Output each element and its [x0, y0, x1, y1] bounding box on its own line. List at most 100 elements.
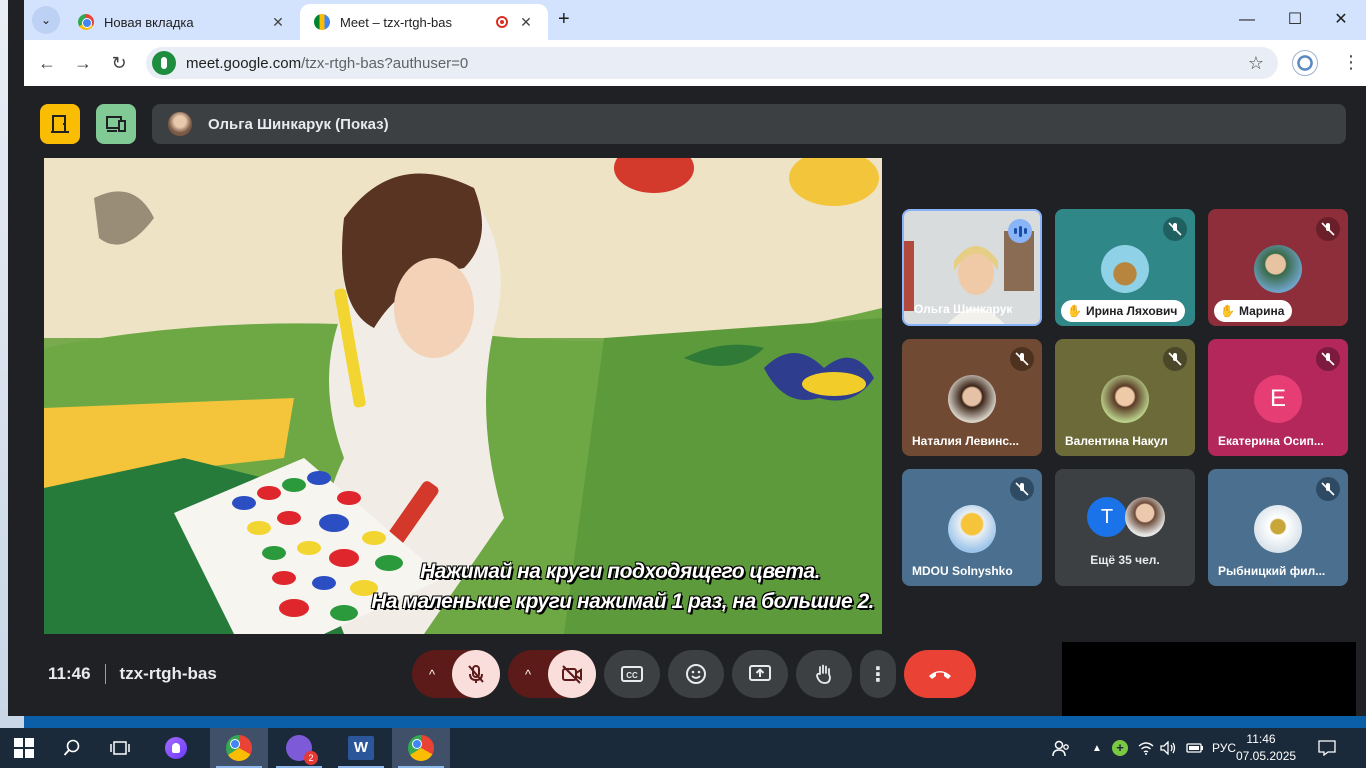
tab-search-button[interactable]: ⌄	[32, 6, 60, 34]
tab-new-tab[interactable]: Новая вкладка ✕	[64, 4, 300, 40]
end-call-button[interactable]	[904, 650, 976, 698]
new-tab-button[interactable]: +	[558, 8, 570, 31]
participant-tile[interactable]: Е Екатерина Осип...	[1208, 339, 1348, 456]
presenter-name: Ольга Шинкарук (Показ)	[208, 115, 389, 133]
close-window-button[interactable]: ✕	[1318, 6, 1364, 34]
mic-control-group: ^	[412, 650, 500, 698]
assistant-app[interactable]	[152, 728, 200, 768]
subtitle-line: Нажимай на круги подходящего цвета.	[420, 560, 820, 583]
taskbar: 2 W ▲ + РУС 11:46 07.05.2025	[0, 728, 1366, 768]
address-bar[interactable]: meet.google.com/tzx-rtgh-bas?authuser=0 …	[146, 47, 1278, 79]
subtitle-line: На маленькие круги нажимай 1 раз, на бол…	[371, 590, 874, 613]
svg-text:CC: CC	[626, 671, 638, 680]
microphone-active-icon[interactable]	[152, 51, 176, 75]
start-button[interactable]	[0, 728, 48, 768]
taskbar-chrome-profile[interactable]	[392, 728, 450, 768]
show-hidden-icons-icon[interactable]: ▲	[1092, 728, 1102, 768]
input-language[interactable]: РУС	[1212, 728, 1236, 768]
people-icon[interactable]	[1052, 728, 1070, 768]
clock[interactable]: 11:46 07.05.2025	[1236, 731, 1297, 765]
raised-hand-chip: ✋ Ирина Ляхович	[1061, 300, 1186, 322]
browser-toolbar: ← → ↻ meet.google.com/tzx-rtgh-bas?authu…	[24, 40, 1366, 86]
volume-icon[interactable]	[1160, 728, 1178, 768]
more-options-button[interactable]: ⋮	[860, 650, 896, 698]
tab-meet[interactable]: Meet – tzx-rtgh-bas ✕	[300, 4, 548, 40]
meeting-code: tzx-rtgh-bas	[119, 664, 217, 683]
video-settings-chevron-icon[interactable]: ^	[508, 667, 548, 682]
close-icon[interactable]: ✕	[268, 14, 288, 31]
browser-menu-icon[interactable]: ⋮	[1342, 52, 1360, 73]
avatar	[168, 112, 192, 136]
emblem-avatar	[1254, 505, 1302, 553]
hang-up-icon	[929, 671, 951, 679]
raised-hand-chip: ✋ Марина	[1214, 300, 1293, 322]
participant-name: Наталия Левинс...	[912, 434, 1019, 448]
presenter-bar: Ольга Шинкарук (Показ)	[152, 104, 1346, 144]
app-tray-icon[interactable]: +	[1112, 728, 1128, 768]
cast-device-button[interactable]	[96, 104, 136, 144]
meet-app: Ольга Шинкарук (Показ) Нажимай на круги …	[24, 86, 1366, 716]
notifications-icon[interactable]	[1318, 728, 1336, 768]
back-button[interactable]: ←	[34, 50, 60, 76]
participant-tile[interactable]: Наталия Левинс...	[902, 339, 1042, 456]
search-icon	[63, 739, 80, 756]
taskbar-word[interactable]: W	[332, 728, 390, 768]
taskbar-viber[interactable]: 2	[270, 728, 328, 768]
letter-avatar: Е	[1254, 375, 1302, 423]
reload-button[interactable]: ↻	[106, 50, 132, 76]
forward-button[interactable]: →	[70, 50, 96, 76]
speaking-indicator-icon	[1008, 219, 1032, 243]
chevron-down-icon: ⌄	[40, 13, 52, 27]
participant-tile[interactable]: MDOU Solnyshko	[902, 469, 1042, 586]
captions-button[interactable]: CC	[604, 650, 660, 698]
participant-name: Рыбницкий фил...	[1218, 564, 1326, 578]
assistant-icon	[165, 737, 187, 759]
hand-icon	[816, 664, 831, 684]
chrome-icon	[408, 735, 434, 761]
profile-avatar[interactable]	[1292, 50, 1318, 76]
minimize-button[interactable]: —	[1224, 6, 1270, 34]
participant-tile[interactable]: Валентина Накул	[1055, 339, 1195, 456]
present-screen-button[interactable]	[732, 650, 788, 698]
taskbar-chrome[interactable]	[210, 728, 268, 768]
more-participants-label: Ещё 35 чел.	[1090, 553, 1160, 567]
participant-name: Екатерина Осип...	[1218, 434, 1324, 448]
chrome-window: ⌄ Новая вкладка ✕ Meet – tzx-rtgh-bas ✕ …	[8, 0, 1366, 716]
mic-off-icon	[1163, 217, 1187, 241]
battery-icon[interactable]	[1186, 728, 1204, 768]
mic-off-icon	[1010, 477, 1034, 501]
raised-hand-icon: ✋	[1220, 304, 1235, 318]
letter-avatar: T	[1087, 497, 1127, 537]
maximize-button[interactable]: ☐	[1272, 6, 1318, 34]
avatar	[1254, 245, 1302, 293]
task-view-button[interactable]	[96, 728, 144, 768]
participant-tile[interactable]: Ольга Шинкарук	[902, 209, 1042, 326]
companion-mode-button[interactable]	[40, 104, 80, 144]
participant-name: Валентина Накул	[1065, 434, 1168, 448]
participant-tile[interactable]: ✋ Марина	[1208, 209, 1348, 326]
close-icon[interactable]: ✕	[516, 14, 536, 31]
camera-toggle-button[interactable]	[548, 650, 596, 698]
raise-hand-button[interactable]	[796, 650, 852, 698]
presentation-video: Нажимай на круги подходящего цвета. На м…	[44, 158, 882, 634]
microphone-toggle-button[interactable]	[452, 650, 500, 698]
participant-tile[interactable]: ✋ Ирина Ляхович	[1055, 209, 1195, 326]
chrome-icon	[78, 14, 94, 30]
self-view-placeholder	[1062, 642, 1356, 716]
search-button[interactable]	[48, 728, 96, 768]
tab-title: Новая вкладка	[104, 14, 194, 30]
network-icon[interactable]	[1138, 728, 1154, 768]
url-text: meet.google.com/tzx-rtgh-bas?authuser=0	[186, 54, 469, 72]
reactions-button[interactable]	[668, 650, 724, 698]
audio-settings-chevron-icon[interactable]: ^	[412, 667, 452, 682]
participant-name: MDOU Solnyshko	[912, 564, 1013, 578]
participant-tile[interactable]: Рыбницкий фил...	[1208, 469, 1348, 586]
present-screen-icon	[749, 665, 771, 681]
clock-date: 07.05.2025	[1236, 749, 1297, 763]
avatar	[1101, 375, 1149, 423]
google-meet-icon	[314, 14, 330, 30]
captions-icon: CC	[621, 666, 643, 682]
bookmark-star-icon[interactable]: ☆	[1248, 53, 1264, 74]
raised-hand-icon: ✋	[1067, 304, 1082, 318]
more-participants-tile[interactable]: T Ещё 35 чел.	[1055, 469, 1195, 586]
